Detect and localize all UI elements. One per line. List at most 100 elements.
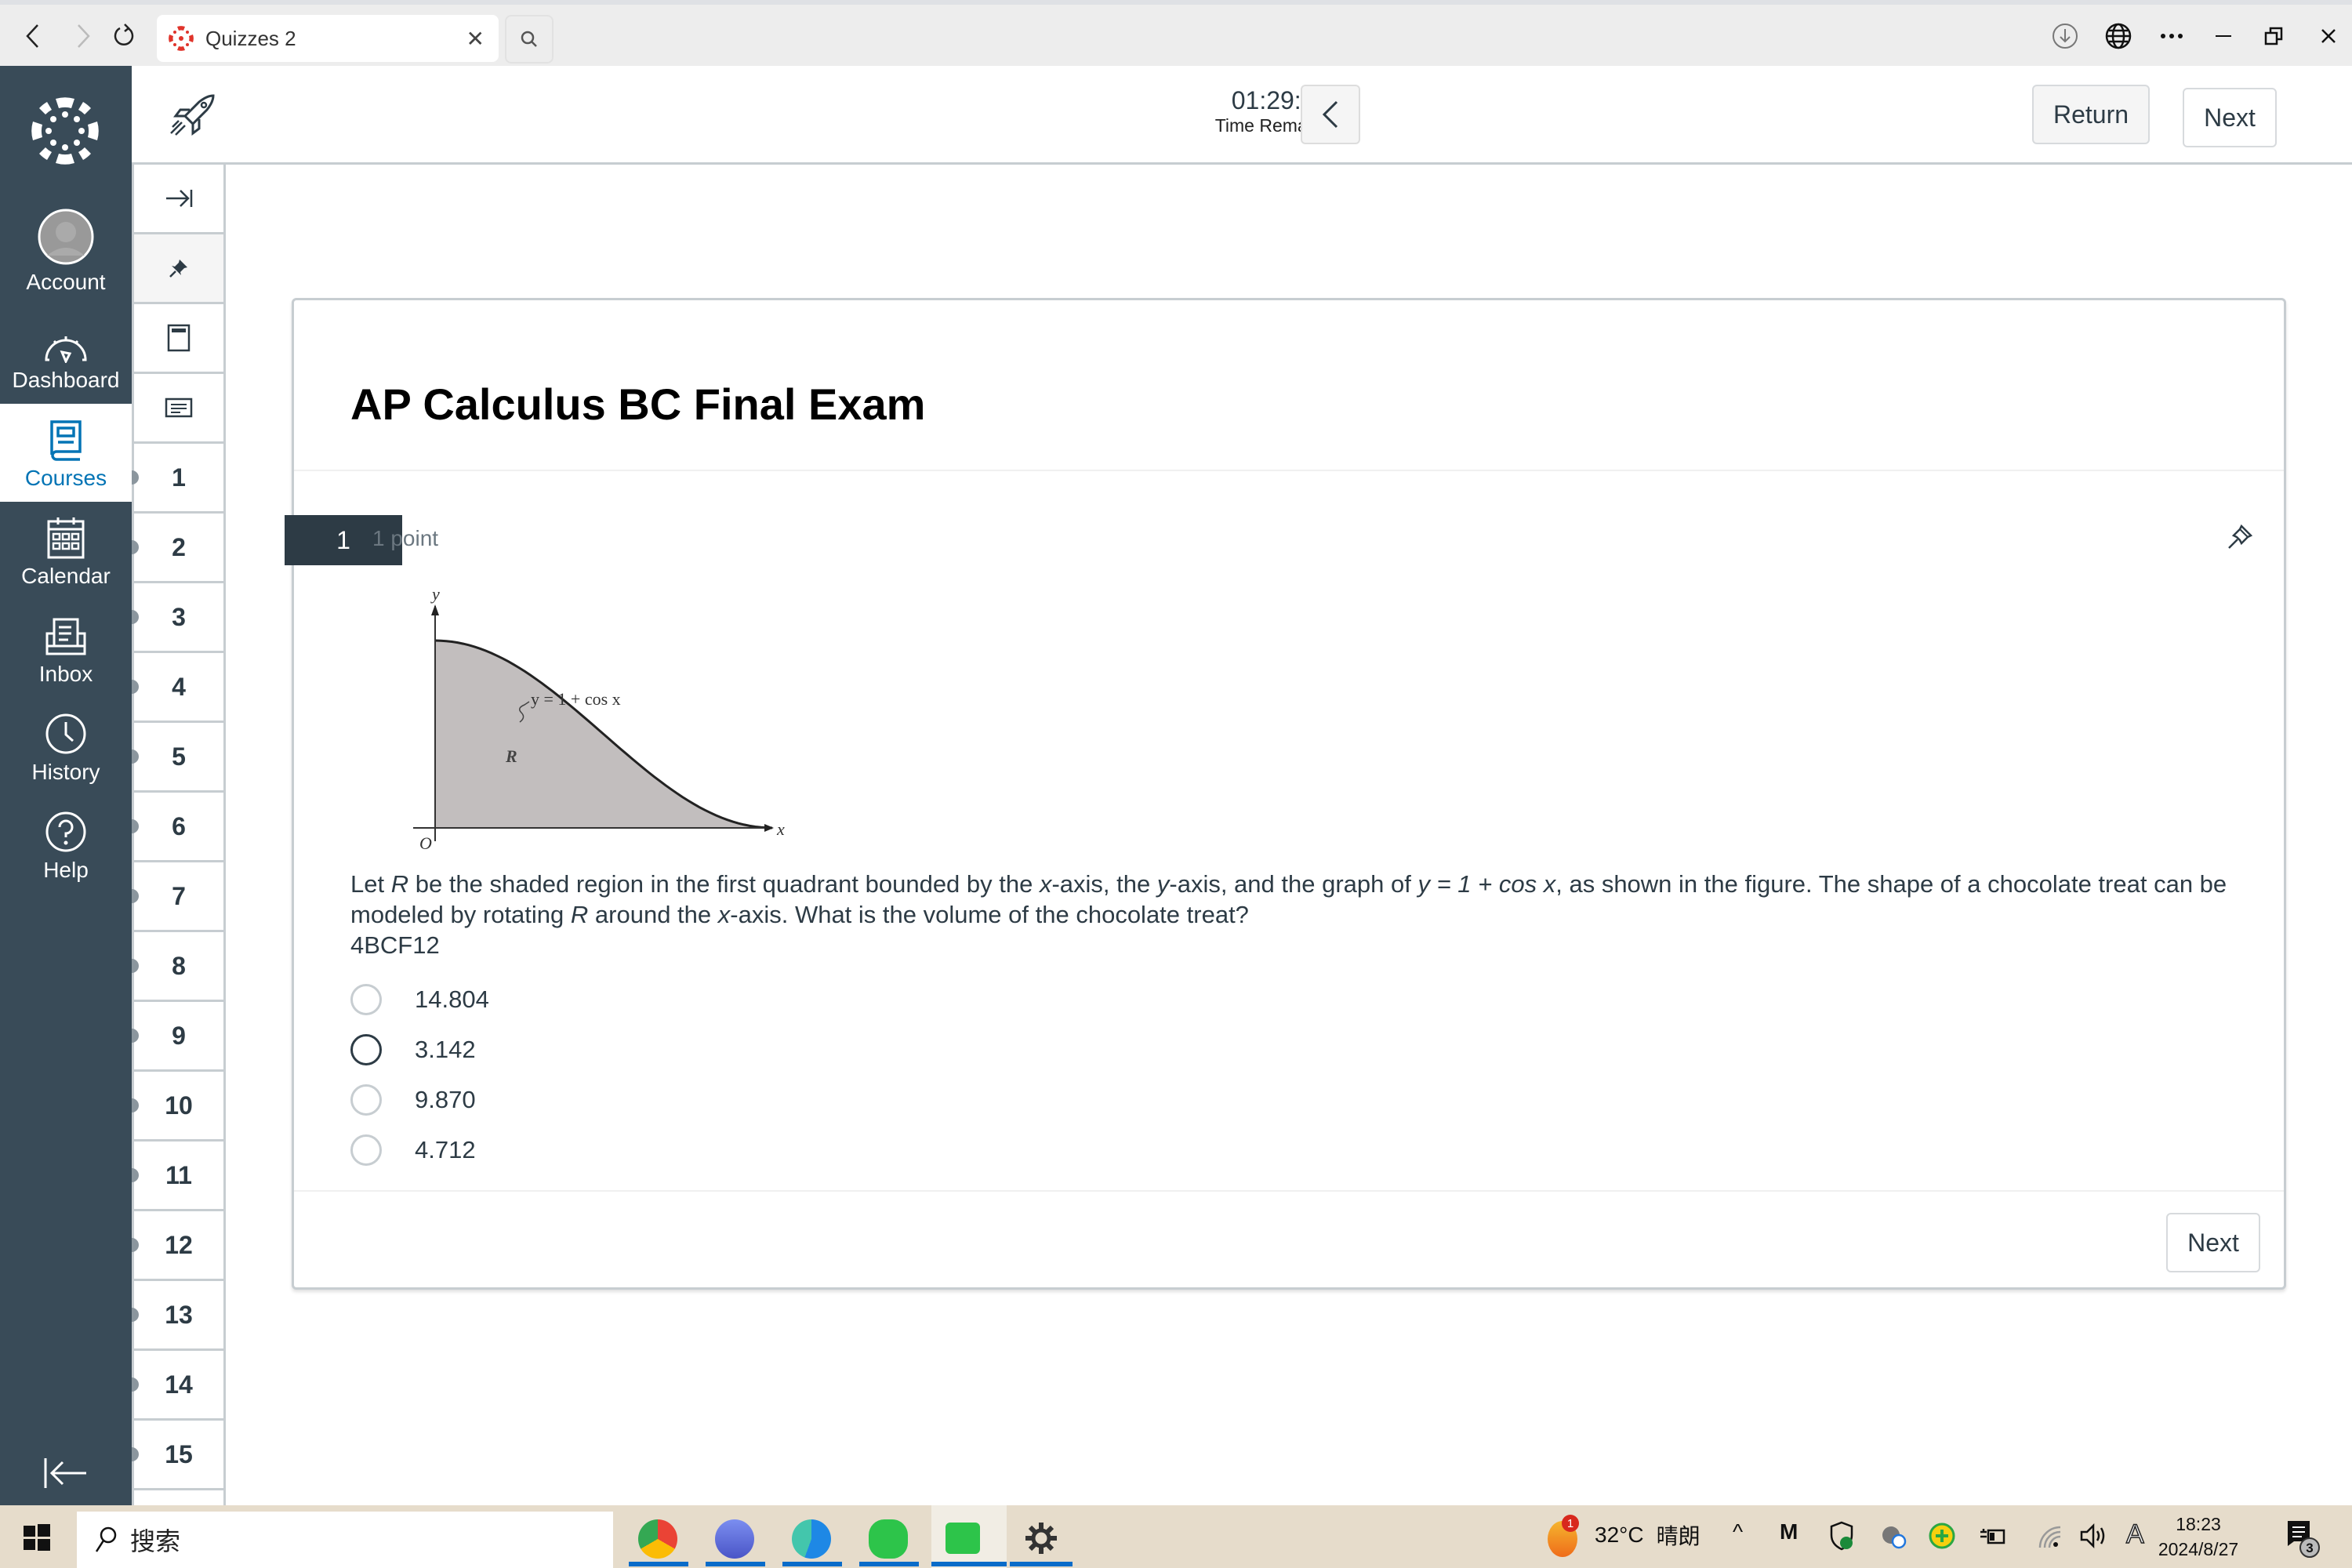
forward-icon[interactable] — [66, 19, 100, 53]
answer-radio[interactable] — [350, 1134, 382, 1166]
rocket-icon[interactable] — [168, 93, 216, 141]
active-indicator — [782, 1562, 842, 1566]
header-next-button[interactable]: Next — [2183, 88, 2277, 147]
question-nav-number: 5 — [172, 742, 186, 771]
collapse-nav-icon[interactable] — [42, 1454, 89, 1493]
question-nav-item[interactable]: 8 — [132, 932, 223, 1002]
windows-taskbar: 搜索 1 32°C 晴朗 ^ M A 18:23 2024/8/27 3 — [0, 1505, 2352, 1568]
show-hidden-icons[interactable]: ^ — [1733, 1519, 1743, 1544]
chrome-icon[interactable] — [638, 1519, 677, 1559]
question-nav-number: 3 — [172, 602, 186, 631]
answer-radio[interactable] — [350, 1084, 382, 1116]
question-nav-item[interactable]: 6 — [132, 793, 223, 862]
question-nav-item[interactable]: 1 — [132, 444, 223, 514]
green-app-icon[interactable] — [1929, 1523, 1955, 1549]
browser-tab[interactable]: Quizzes 2 ✕ — [157, 15, 499, 62]
taskbar-search[interactable]: 搜索 — [77, 1512, 613, 1568]
more-icon[interactable] — [2154, 19, 2189, 53]
question-nav-item[interactable]: 14 — [132, 1351, 223, 1421]
edge-icon[interactable] — [792, 1519, 831, 1559]
security-shield-icon[interactable] — [1830, 1521, 1853, 1551]
input-method-icon[interactable]: A — [2125, 1519, 2144, 1550]
cloud-app-icon[interactable] — [715, 1519, 754, 1559]
question-nav-item[interactable]: 7 — [132, 862, 223, 932]
pin-question-icon[interactable] — [2224, 521, 2256, 553]
globe-icon[interactable] — [2101, 19, 2136, 53]
answer-radio[interactable] — [350, 984, 382, 1015]
unanswered-indicator — [132, 680, 139, 694]
windows-start-icon[interactable] — [24, 1524, 50, 1551]
nav-item-courses[interactable]: Courses — [0, 404, 132, 502]
pinned-filter-button[interactable] — [134, 234, 223, 304]
active-indicator — [859, 1562, 919, 1566]
minimize-icon[interactable] — [2206, 19, 2241, 53]
answer-option[interactable]: 3.142 — [350, 1025, 489, 1075]
onedrive-sync-icon[interactable] — [1880, 1524, 1907, 1549]
y-axis-arrow — [431, 604, 439, 615]
battery-plug-icon[interactable] — [1979, 1526, 2007, 1548]
question-nav-item[interactable]: 4 — [132, 653, 223, 723]
taskbar-search-placeholder: 搜索 — [130, 1527, 181, 1555]
download-icon[interactable] — [2048, 19, 2082, 53]
question-nav-item[interactable]: 10 — [132, 1072, 223, 1142]
collapse-timer-button[interactable] — [1301, 85, 1360, 144]
notes-icon — [165, 397, 193, 418]
quiz-card: AP Calculus BC Final Exam 1 1 point y x … — [285, 298, 2286, 1290]
m-app-icon[interactable]: M — [1780, 1519, 1798, 1544]
question-text: Let R be the shaded region in the first … — [350, 870, 2227, 959]
question-nav-number: 6 — [172, 811, 186, 840]
nav-label-history: History — [31, 760, 100, 784]
question-nav-item[interactable]: 13 — [132, 1281, 223, 1351]
wechat-window-icon[interactable] — [946, 1523, 980, 1554]
question-nav-item[interactable]: 3 — [132, 583, 223, 653]
nav-item-account[interactable]: Account — [0, 204, 132, 306]
reload-icon[interactable] — [107, 19, 141, 53]
question-nav-item[interactable]: 2 — [132, 514, 223, 583]
nav-item-history[interactable]: History — [0, 698, 132, 796]
question-nav-number: 8 — [172, 951, 186, 980]
answer-label: 9.870 — [415, 1086, 476, 1113]
wechat-icon[interactable] — [869, 1519, 908, 1559]
restore-icon[interactable] — [2256, 19, 2291, 53]
answer-list: 14.804 3.142 9.870 4.712 — [350, 975, 489, 1175]
question-nav-item[interactable]: 5 — [132, 723, 223, 793]
notes-button[interactable] — [134, 374, 223, 444]
next-button[interactable]: Next — [2166, 1213, 2260, 1272]
settings-icon[interactable] — [1024, 1521, 1058, 1555]
nav-item-dashboard[interactable]: Dashboard — [0, 306, 132, 404]
courses-icon — [50, 420, 82, 461]
tab-search-button[interactable] — [505, 15, 554, 64]
nav-item-calendar[interactable]: Calendar — [0, 502, 132, 600]
nav-label-inbox: Inbox — [38, 662, 93, 686]
question-nav-item[interactable]: 15 — [132, 1421, 223, 1490]
expand-nav-button[interactable] — [134, 165, 223, 234]
nav-item-help[interactable]: Help — [0, 796, 132, 894]
return-button[interactable]: Return — [2032, 85, 2150, 144]
answer-radio[interactable] — [350, 1034, 382, 1065]
weather-condition: 晴朗 — [1656, 1524, 1700, 1548]
question-nav-item[interactable]: 12 — [132, 1211, 223, 1281]
answer-option[interactable]: 14.804 — [350, 975, 489, 1025]
notification-count: 3 — [2306, 1541, 2313, 1555]
nav-item-inbox[interactable]: Inbox — [0, 600, 132, 698]
answer-option[interactable]: 4.712 — [350, 1125, 489, 1175]
active-indicator — [629, 1562, 688, 1566]
volume-icon[interactable] — [2079, 1523, 2107, 1549]
question-nav-item[interactable]: 11 — [132, 1142, 223, 1211]
wifi-icon[interactable] — [2037, 1524, 2062, 1549]
divider — [294, 1190, 2284, 1192]
unanswered-indicator — [132, 1168, 139, 1182]
back-icon[interactable] — [16, 19, 50, 53]
close-tab-icon[interactable]: ✕ — [466, 26, 485, 52]
question-nav-number: 15 — [165, 1439, 193, 1468]
calculator-button[interactable] — [134, 304, 223, 374]
close-window-icon[interactable] — [2311, 19, 2346, 53]
notification-center-icon[interactable]: 3 — [2286, 1519, 2321, 1559]
canvas-logo-icon[interactable] — [30, 96, 100, 166]
answer-option[interactable]: 9.870 — [350, 1075, 489, 1125]
region-label: R — [505, 746, 517, 766]
unanswered-indicator — [132, 819, 139, 833]
system-clock[interactable]: 18:23 2024/8/27 — [2151, 1512, 2245, 1562]
question-nav-item[interactable]: 9 — [132, 1002, 223, 1072]
weather-widget[interactable]: 32°C 晴朗 — [1595, 1519, 1700, 1551]
